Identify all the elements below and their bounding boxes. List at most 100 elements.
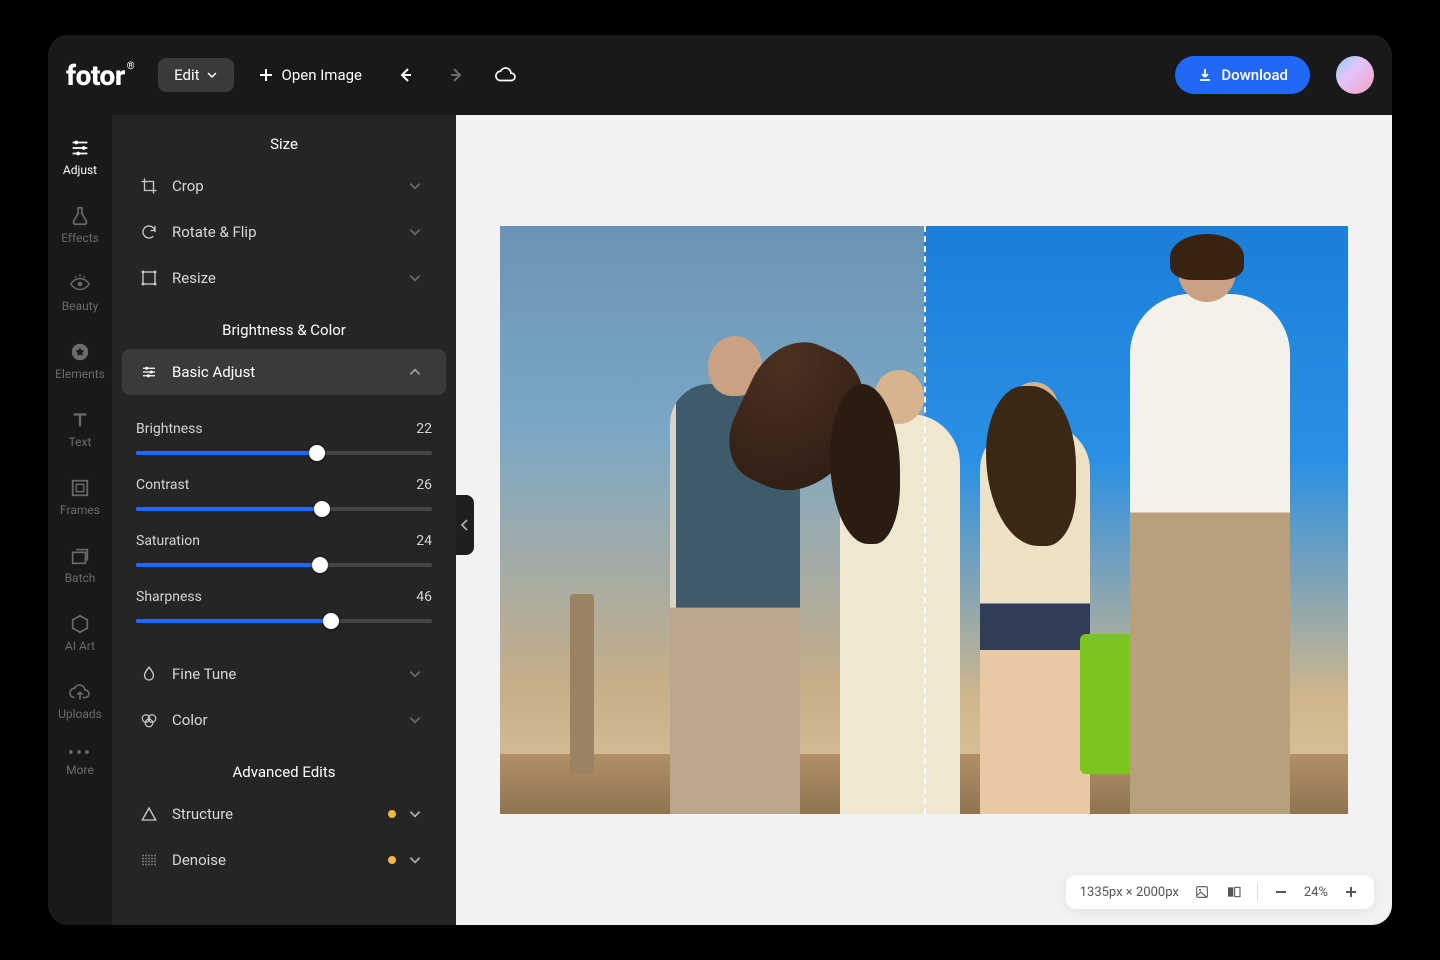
brand-name: fotor [66, 59, 125, 92]
slider-thumb[interactable] [314, 501, 330, 517]
avatar[interactable] [1336, 56, 1374, 94]
canvas-dimensions: 1335px × 2000px [1080, 885, 1179, 900]
download-label: Download [1221, 66, 1288, 84]
image-figure [840, 414, 960, 814]
chevron-up-icon [408, 365, 422, 379]
row-resize[interactable]: Resize [122, 255, 446, 301]
image-info-button[interactable] [1193, 883, 1211, 901]
hexagon-icon [69, 613, 91, 635]
registered-mark: ® [127, 61, 134, 72]
slider-track[interactable] [136, 451, 432, 455]
slider-label: Contrast [136, 477, 189, 493]
pro-badge-icon [388, 856, 396, 864]
star-circle-icon [69, 341, 91, 363]
zoom-in-button[interactable] [1342, 883, 1360, 901]
nav-item-label: Adjust [63, 163, 97, 177]
row-color[interactable]: Color [122, 697, 446, 743]
slider-value: 46 [416, 589, 432, 605]
cloud-up-icon [69, 681, 91, 703]
top-bar: fotor ® Edit Open Image Download [48, 35, 1392, 115]
nav-item-batch[interactable]: Batch [48, 531, 112, 599]
redo-button[interactable] [436, 55, 476, 95]
zoom-out-button[interactable] [1272, 883, 1290, 901]
row-fine-tune[interactable]: Fine Tune [122, 651, 446, 697]
resize-icon [140, 269, 158, 287]
denoise-icon [140, 851, 158, 869]
arrow-right-icon [446, 65, 466, 85]
slider-value: 26 [416, 477, 432, 493]
rotate-icon [140, 223, 158, 241]
section-title-advanced: Advanced Edits [112, 743, 456, 791]
row-label: Rotate & Flip [172, 223, 257, 241]
section-title-size: Size [112, 115, 456, 163]
row-structure[interactable]: Structure [122, 791, 446, 837]
row-denoise[interactable]: Denoise [122, 837, 446, 883]
slider-contrast[interactable]: Contrast 26 [136, 477, 432, 511]
compare-divider[interactable] [924, 226, 926, 814]
nav-item-label: Effects [61, 231, 99, 245]
slider-value: 22 [416, 421, 432, 437]
slider-track[interactable] [136, 563, 432, 567]
row-label: Structure [172, 805, 233, 823]
nav-item-frames[interactable]: Frames [48, 463, 112, 531]
image-figure [980, 424, 1090, 814]
slider-label: Saturation [136, 533, 200, 549]
nav-item-elements[interactable]: Elements [48, 327, 112, 395]
nav-item-label: Uploads [58, 707, 102, 721]
text-icon [69, 409, 91, 431]
nav-item-beauty[interactable]: Beauty [48, 259, 112, 327]
nav-item-ai-art[interactable]: AI Art [48, 599, 112, 667]
plus-icon [258, 67, 274, 83]
dots-icon: ••• [68, 749, 92, 759]
nav-item-effects[interactable]: Effects [48, 191, 112, 259]
status-bar: 1335px × 2000px 24% [1066, 875, 1374, 909]
download-icon [1197, 67, 1213, 83]
color-icon [140, 711, 158, 729]
nav-item-label: Beauty [62, 299, 99, 313]
slider-thumb[interactable] [323, 613, 339, 629]
slider-brightness[interactable]: Brightness 22 [136, 421, 432, 455]
row-label: Basic Adjust [172, 363, 255, 381]
row-basic-adjust[interactable]: Basic Adjust [122, 349, 446, 395]
compare-toggle-button[interactable] [1225, 883, 1243, 901]
undo-button[interactable] [386, 55, 426, 95]
slider-thumb[interactable] [312, 557, 328, 573]
image-figure [1130, 294, 1290, 814]
open-image-button[interactable]: Open Image [244, 58, 376, 92]
flask-icon [69, 205, 91, 227]
chevron-down-icon [408, 179, 422, 193]
brand-logo: fotor ® [66, 59, 134, 92]
sliders-icon [69, 137, 91, 159]
slider-sharpness[interactable]: Sharpness 46 [136, 589, 432, 623]
canvas-area[interactable]: 1335px × 2000px 24% [456, 115, 1392, 925]
row-label: Color [172, 711, 208, 729]
slider-saturation[interactable]: Saturation 24 [136, 533, 432, 567]
nav-item-text[interactable]: Text [48, 395, 112, 463]
app-shell: fotor ® Edit Open Image Download [48, 35, 1392, 925]
panel-collapse-handle[interactable] [456, 495, 474, 555]
droplet-icon [140, 665, 158, 683]
nav-item-adjust[interactable]: Adjust [48, 123, 112, 191]
pro-badge-icon [388, 810, 396, 818]
row-crop[interactable]: Crop [122, 163, 446, 209]
slider-fill [136, 507, 322, 511]
download-button[interactable]: Download [1175, 56, 1310, 94]
cloud-button[interactable] [486, 55, 526, 95]
frame-icon [69, 477, 91, 499]
chevron-down-icon [408, 271, 422, 285]
canvas-image[interactable] [500, 226, 1348, 814]
edit-dropdown[interactable]: Edit [158, 58, 233, 92]
row-label: Crop [172, 177, 204, 195]
slider-thumb[interactable] [309, 445, 325, 461]
row-label: Fine Tune [172, 665, 236, 683]
nav-item-more[interactable]: ••• More [48, 735, 112, 791]
slider-track[interactable] [136, 619, 432, 623]
nav-item-uploads[interactable]: Uploads [48, 667, 112, 735]
stack-icon [69, 545, 91, 567]
triangle-icon [140, 805, 158, 823]
nav-item-label: Text [69, 435, 92, 449]
slider-track[interactable] [136, 507, 432, 511]
divider [1257, 883, 1258, 901]
row-rotate-flip[interactable]: Rotate & Flip [122, 209, 446, 255]
chevron-down-icon [408, 713, 422, 727]
